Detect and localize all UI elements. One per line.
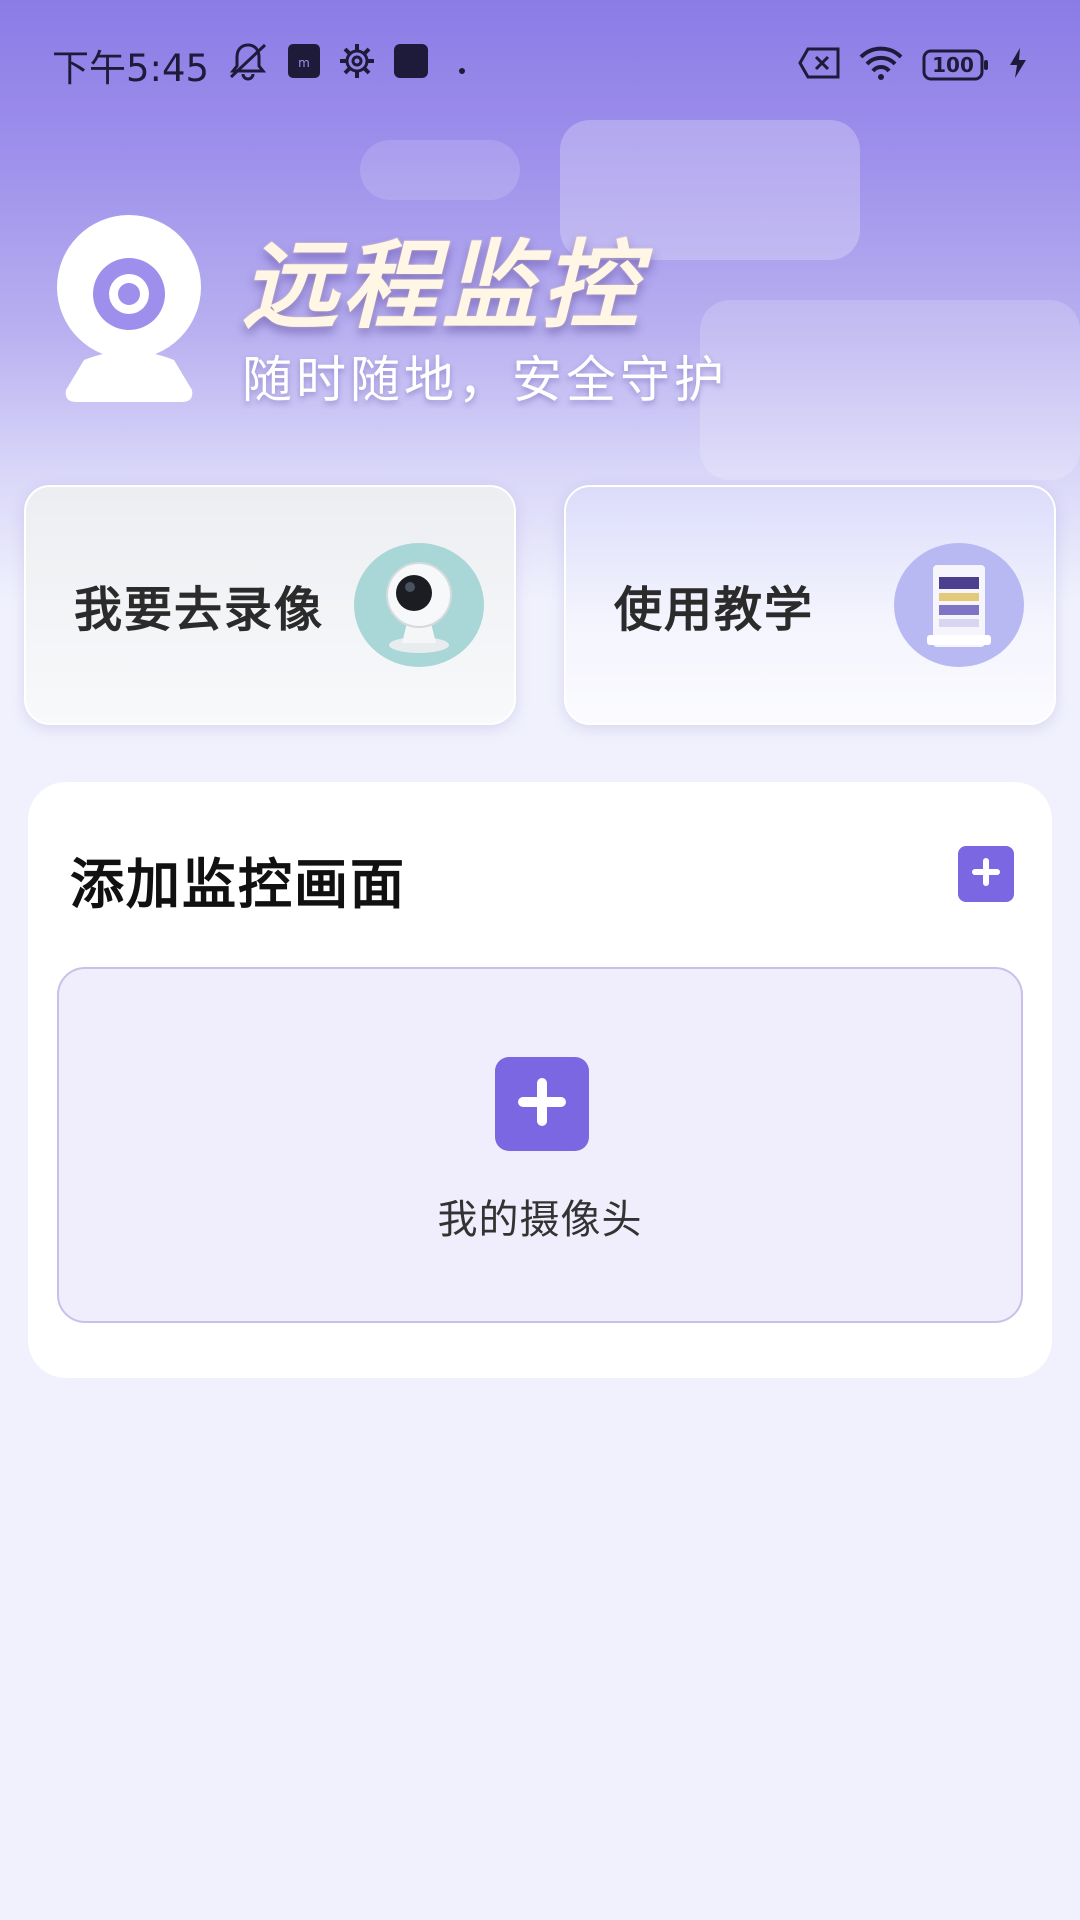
record-video-label: 我要去录像 xyxy=(74,582,325,638)
battery-level: 100 xyxy=(932,53,974,77)
my-camera-label: 我的摄像头 xyxy=(437,1197,643,1243)
wifi-icon xyxy=(858,45,904,85)
record-video-button[interactable]: 我要去录像 xyxy=(24,485,516,725)
app-icon xyxy=(393,43,429,88)
panel-title: 添加监控画面 xyxy=(70,853,406,916)
webcam-icon xyxy=(54,212,204,408)
plus-icon xyxy=(969,855,1003,893)
svg-text:m: m xyxy=(298,56,310,70)
notifications-off-icon xyxy=(227,41,269,90)
no-sim-icon xyxy=(798,47,840,83)
tutorial-book-icon xyxy=(894,543,1024,667)
status-time: 下午5:45 xyxy=(52,47,210,90)
dot-icon xyxy=(447,45,477,86)
status-bar: 下午5:45 m 100 xyxy=(0,0,1080,130)
battery-icon: 100 xyxy=(922,48,990,82)
plus-icon xyxy=(514,1074,570,1134)
tutorial-button[interactable]: 使用教学 xyxy=(564,485,1056,725)
sim-icon: m xyxy=(287,43,321,88)
hero-title: 远程监控 xyxy=(242,230,642,342)
settings-gear-icon xyxy=(339,43,375,88)
add-monitor-panel: 添加监控画面 我的摄像头 xyxy=(28,782,1052,1378)
add-monitor-button[interactable] xyxy=(958,846,1014,902)
add-camera-button[interactable] xyxy=(495,1057,589,1151)
hero-subtitle: 随时随地，安全守护 xyxy=(242,351,728,409)
camera-thumbnail-icon xyxy=(354,543,484,667)
charging-bolt-icon xyxy=(1008,47,1028,83)
tutorial-label: 使用教学 xyxy=(614,582,815,638)
scene-shelf xyxy=(360,140,520,200)
scene-sofa xyxy=(700,300,1080,480)
my-camera-slot[interactable]: 我的摄像头 xyxy=(57,967,1023,1323)
